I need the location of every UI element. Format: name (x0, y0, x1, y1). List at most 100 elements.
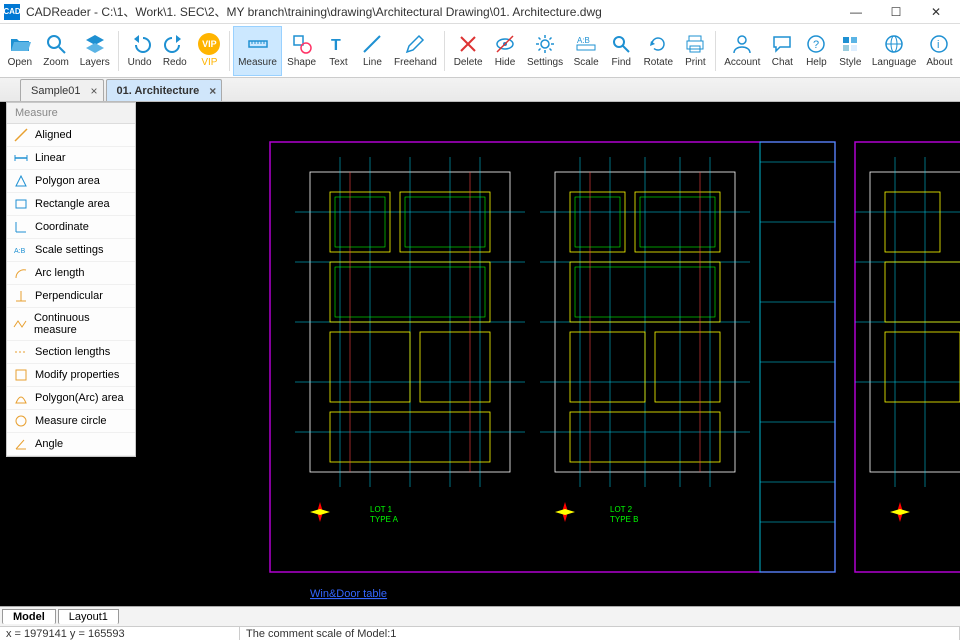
chat-icon (771, 33, 793, 55)
polygon-icon (13, 174, 29, 188)
freehand-button[interactable]: Freehand (389, 26, 441, 76)
layers-button[interactable]: Layers (74, 26, 115, 76)
delete-icon (457, 33, 479, 55)
text-icon: T (327, 33, 349, 55)
svg-text:A:B: A:B (577, 36, 590, 45)
help-button[interactable]: ?Help (799, 26, 833, 76)
measure-panel-header: Measure (7, 103, 135, 124)
status-comment: The comment scale of Model:1 (240, 627, 960, 640)
props-icon (13, 368, 29, 382)
close-button[interactable]: ✕ (916, 0, 956, 24)
measure-polygon-arc-area[interactable]: Polygon(Arc) area (7, 387, 135, 410)
model-tab[interactable]: Model (2, 609, 56, 624)
status-coords: x = 1979141 y = 165593 (0, 627, 240, 640)
gear-icon (534, 33, 556, 55)
about-button[interactable]: iAbout (921, 26, 958, 76)
measure-coordinate[interactable]: Coordinate (7, 216, 135, 239)
style-icon (839, 33, 861, 55)
continuous-icon (13, 317, 28, 331)
settings-button[interactable]: Settings (522, 26, 568, 76)
measure-angle[interactable]: Angle (7, 433, 135, 456)
svg-text:?: ? (813, 39, 819, 51)
find-button[interactable]: Find (604, 26, 638, 76)
svg-text:LOT 1: LOT 1 (370, 505, 393, 514)
rotate-icon (647, 33, 669, 55)
print-icon (684, 33, 706, 55)
minimize-button[interactable]: — (836, 0, 876, 24)
titlebar: CAD CADReader - C:\1、Work\1. SEC\2、MY br… (0, 0, 960, 24)
chat-button[interactable]: Chat (765, 26, 799, 76)
measure-perpendicular[interactable]: Perpendicular (7, 285, 135, 308)
layout1-tab[interactable]: Layout1 (58, 609, 119, 624)
measure-modify-properties[interactable]: Modify properties (7, 364, 135, 387)
line-icon (361, 33, 383, 55)
measure-polygon-area[interactable]: Polygon area (7, 170, 135, 193)
measure-linear[interactable]: Linear (7, 147, 135, 170)
undo-button[interactable]: Undo (122, 26, 157, 76)
measure-continuous[interactable]: Continuous measure (7, 308, 135, 341)
scale-icon: A:B (575, 33, 597, 55)
measure-circle[interactable]: Measure circle (7, 410, 135, 433)
measure-panel: Measure Aligned Linear Polygon area Rect… (6, 102, 136, 457)
angle-icon (13, 437, 29, 451)
perp-icon (13, 289, 29, 303)
circle-icon (13, 414, 29, 428)
svg-text:TYPE A: TYPE A (370, 515, 399, 524)
layers-icon (84, 33, 106, 55)
redo-button[interactable]: Redo (157, 26, 192, 76)
svg-text:LOT 2: LOT 2 (610, 505, 633, 514)
win-door-link: Win&Door table (310, 588, 387, 600)
measure-rectangle-area[interactable]: Rectangle area (7, 193, 135, 216)
measure-scale-settings[interactable]: A:BScale settings (7, 239, 135, 262)
open-button[interactable]: Open (2, 26, 38, 76)
statusbar: x = 1979141 y = 165593 The comment scale… (0, 626, 960, 640)
file-tab-architecture[interactable]: 01. Architecture× (106, 79, 223, 101)
file-tab-sample01[interactable]: Sample01× (20, 79, 104, 101)
language-button[interactable]: Language (867, 26, 920, 76)
arc-icon (13, 266, 29, 280)
measure-button[interactable]: Measure (233, 26, 282, 76)
account-button[interactable]: Account (719, 26, 765, 76)
measure-aligned[interactable]: Aligned (7, 124, 135, 147)
info-icon: i (928, 33, 950, 55)
drawing-canvas[interactable]: Measure Aligned Linear Polygon area Rect… (0, 102, 960, 606)
main-toolbar: Open Zoom Layers Undo Redo VIPVIP Measur… (0, 24, 960, 78)
aligned-icon (13, 128, 29, 142)
file-tabs: Sample01× 01. Architecture× (0, 78, 960, 102)
svg-text:T: T (331, 37, 341, 54)
rect-icon (13, 197, 29, 211)
shape-icon (291, 33, 313, 55)
text-button[interactable]: TText (321, 26, 355, 76)
close-icon[interactable]: × (209, 84, 216, 98)
svg-text:A:B: A:B (14, 248, 26, 255)
scale-button[interactable]: A:BScale (568, 26, 604, 76)
svg-text:i: i (937, 39, 939, 51)
hide-button[interactable]: Hide (488, 26, 522, 76)
ruler-icon (247, 33, 269, 55)
print-button[interactable]: Print (678, 26, 712, 76)
close-icon[interactable]: × (91, 84, 98, 98)
undo-icon (129, 33, 151, 55)
measure-arc-length[interactable]: Arc length (7, 262, 135, 285)
rotate-button[interactable]: Rotate (638, 26, 678, 76)
folder-open-icon (9, 33, 31, 55)
shape-button[interactable]: Shape (282, 26, 322, 76)
globe-icon (883, 33, 905, 55)
help-icon: ? (805, 33, 827, 55)
window-title: CADReader - C:\1、Work\1. SEC\2、MY branch… (26, 3, 836, 20)
svg-text:TYPE B: TYPE B (610, 515, 638, 524)
user-icon (731, 33, 753, 55)
measure-section-lengths[interactable]: Section lengths (7, 341, 135, 364)
redo-icon (164, 33, 186, 55)
search-icon (610, 33, 632, 55)
style-button[interactable]: Style (833, 26, 867, 76)
vip-button[interactable]: VIPVIP (192, 26, 226, 76)
delete-button[interactable]: Delete (448, 26, 488, 76)
coord-icon (13, 220, 29, 234)
vip-icon: VIP (198, 33, 220, 55)
line-button[interactable]: Line (355, 26, 389, 76)
zoom-button[interactable]: Zoom (38, 26, 75, 76)
section-icon (13, 345, 29, 359)
app-icon: CAD (4, 4, 20, 20)
maximize-button[interactable]: ☐ (876, 0, 916, 24)
